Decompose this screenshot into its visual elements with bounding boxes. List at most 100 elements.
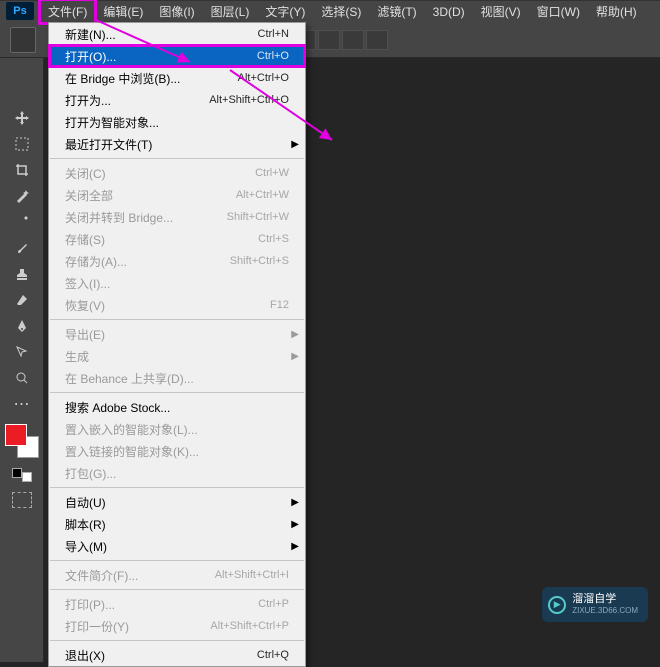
menu-item: 置入嵌入的智能对象(L)... xyxy=(49,418,305,440)
menu-item: 恢复(V)F12 xyxy=(49,294,305,316)
tool-preset-icon[interactable] xyxy=(10,27,36,53)
menu-item: 打包(G)... xyxy=(49,462,305,484)
menu-item[interactable]: 最近打开文件(T)▶ xyxy=(49,133,305,155)
menu-filter[interactable]: 滤镜(T) xyxy=(369,0,424,23)
align-btn[interactable] xyxy=(342,30,364,50)
menu-item-label: 文件简介(F)... xyxy=(65,567,215,584)
dodge-tool-icon[interactable] xyxy=(8,366,36,390)
menu-item-label: 打印(P)... xyxy=(65,596,258,613)
menu-view[interactable]: 视图(V) xyxy=(473,0,529,23)
menu-item-label: 关闭全部 xyxy=(65,187,236,204)
crop-tool-icon[interactable] xyxy=(8,158,36,182)
menu-item-shortcut: Alt+Shift+Ctrl+O xyxy=(209,94,289,106)
watermark-title: 溜溜自学 xyxy=(572,593,638,606)
menu-item-shortcut: Ctrl+Q xyxy=(257,649,289,661)
file-menu-dropdown: 新建(N)...Ctrl+N打开(O)...Ctrl+O在 Bridge 中浏览… xyxy=(48,22,306,667)
menu-item[interactable]: 打开为智能对象... xyxy=(49,111,305,133)
menu-item: 打印(P)...Ctrl+P xyxy=(49,593,305,615)
menu-item[interactable]: 导入(M)▶ xyxy=(49,535,305,557)
menu-item[interactable]: 脚本(R)▶ xyxy=(49,513,305,535)
menu-item[interactable]: 新建(N)...Ctrl+N xyxy=(49,23,305,45)
menu-help[interactable]: 帮助(H) xyxy=(588,0,645,23)
menu-item-label: 导入(M) xyxy=(65,538,289,555)
menu-item-label: 生成 xyxy=(65,348,289,365)
stamp-tool-icon[interactable] xyxy=(8,262,36,286)
menu-item: 关闭全部Alt+Ctrl+W xyxy=(49,184,305,206)
menu-item-label: 打开(O)... xyxy=(65,48,257,65)
menu-separator xyxy=(50,158,304,159)
menu-edit[interactable]: 编辑(E) xyxy=(95,0,151,23)
quickmask-icon[interactable] xyxy=(12,492,32,508)
chevron-right-icon: ▶ xyxy=(291,519,299,530)
menu-item: 存储为(A)...Shift+Ctrl+S xyxy=(49,250,305,272)
chevron-right-icon: ▶ xyxy=(291,351,299,362)
chevron-right-icon: ▶ xyxy=(291,139,299,150)
menu-item-label: 打印一份(Y) xyxy=(65,618,210,635)
watermark-badge: ▶ 溜溜自学 ZIXUE.3D66.COM xyxy=(542,587,648,622)
menu-item-label: 搜索 Adobe Stock... xyxy=(65,399,289,416)
chevron-right-icon: ▶ xyxy=(291,541,299,552)
menu-item-label: 在 Bridge 中浏览(B)... xyxy=(65,70,238,87)
menu-image[interactable]: 图像(I) xyxy=(151,0,202,23)
move-tool-icon[interactable] xyxy=(8,106,36,130)
brush-tool-icon[interactable] xyxy=(8,236,36,260)
menu-item-shortcut: Alt+Ctrl+W xyxy=(236,189,289,201)
menu-item: 签入(I)... xyxy=(49,272,305,294)
marquee-tool-icon[interactable] xyxy=(8,132,36,156)
menu-item[interactable]: 退出(X)Ctrl+Q xyxy=(49,644,305,666)
menu-item[interactable]: 打开(O)...Ctrl+O xyxy=(49,45,305,67)
menu-type[interactable]: 文字(Y) xyxy=(257,0,313,23)
menu-select[interactable]: 选择(S) xyxy=(313,0,369,23)
menu-item-shortcut: Ctrl+N xyxy=(258,28,289,40)
menu-window[interactable]: 窗口(W) xyxy=(529,0,588,23)
menu-separator xyxy=(50,319,304,320)
eyedropper-tool-icon[interactable] xyxy=(8,210,36,234)
menu-item[interactable]: 在 Bridge 中浏览(B)...Alt+Ctrl+O xyxy=(49,67,305,89)
menu-item-label: 存储(S) xyxy=(65,231,258,248)
menu-item-label: 导出(E) xyxy=(65,326,289,343)
menu-item-label: 新建(N)... xyxy=(65,26,258,43)
watermark-sub: ZIXUE.3D66.COM xyxy=(572,606,638,616)
menu-item-shortcut: Ctrl+W xyxy=(255,167,289,179)
menu-item-shortcut: Alt+Shift+Ctrl+P xyxy=(210,620,289,632)
menu-layer[interactable]: 图层(L) xyxy=(203,0,258,23)
eraser-tool-icon[interactable] xyxy=(8,288,36,312)
menu-separator xyxy=(50,487,304,488)
menu-item-label: 在 Behance 上共享(D)... xyxy=(65,370,289,387)
menu-item-shortcut: Ctrl+S xyxy=(258,233,289,245)
menu-item[interactable]: 搜索 Adobe Stock... xyxy=(49,396,305,418)
menu-item: 文件简介(F)...Alt+Shift+Ctrl+I xyxy=(49,564,305,586)
menu-separator xyxy=(50,392,304,393)
color-swatches[interactable] xyxy=(5,424,39,458)
wand-tool-icon[interactable] xyxy=(8,184,36,208)
default-colors-icon[interactable] xyxy=(12,468,32,482)
chevron-right-icon: ▶ xyxy=(291,329,299,340)
menu-bar: 文件(F) 编辑(E) 图像(I) 图层(L) 文字(Y) 选择(S) 滤镜(T… xyxy=(0,0,660,22)
menu-item-label: 打开为... xyxy=(65,92,209,109)
menu-item-label: 恢复(V) xyxy=(65,297,270,314)
menu-item-shortcut: Shift+Ctrl+W xyxy=(227,211,289,223)
menu-item-shortcut: F12 xyxy=(270,299,289,311)
menu-separator xyxy=(50,640,304,641)
app-logo: Ps xyxy=(6,2,34,20)
more-tools-icon[interactable]: ⋯ xyxy=(8,392,36,416)
align-btn[interactable] xyxy=(366,30,388,50)
path-tool-icon[interactable] xyxy=(8,340,36,364)
menu-item[interactable]: 自动(U)▶ xyxy=(49,491,305,513)
menu-item-label: 签入(I)... xyxy=(65,275,289,292)
menu-item-shortcut: Alt+Shift+Ctrl+I xyxy=(215,569,289,581)
menu-item-shortcut: Shift+Ctrl+S xyxy=(230,255,289,267)
play-icon: ▶ xyxy=(548,596,566,614)
menu-item: 生成▶ xyxy=(49,345,305,367)
menu-item-label: 置入链接的智能对象(K)... xyxy=(65,443,289,460)
menu-item-label: 自动(U) xyxy=(65,494,289,511)
menu-item: 存储(S)Ctrl+S xyxy=(49,228,305,250)
pen-tool-icon[interactable] xyxy=(8,314,36,338)
menu-3d[interactable]: 3D(D) xyxy=(425,2,473,22)
menu-item-label: 存储为(A)... xyxy=(65,253,230,270)
foreground-color-swatch[interactable] xyxy=(5,424,27,446)
menu-file[interactable]: 文件(F) xyxy=(40,0,95,23)
align-btn[interactable] xyxy=(318,30,340,50)
menu-item[interactable]: 打开为...Alt+Shift+Ctrl+O xyxy=(49,89,305,111)
menu-separator xyxy=(50,560,304,561)
